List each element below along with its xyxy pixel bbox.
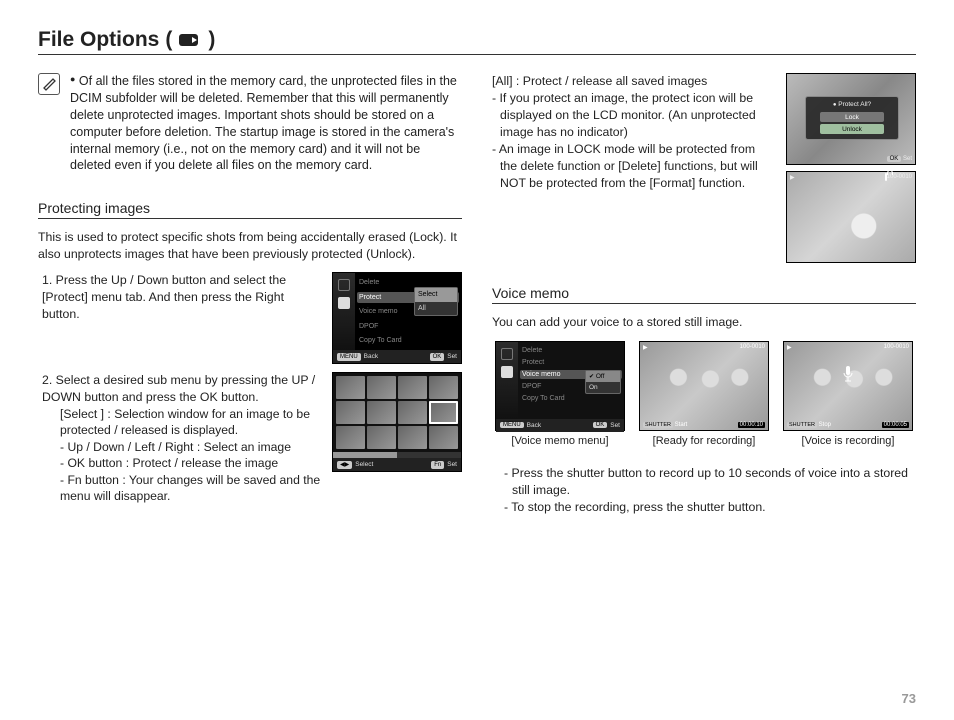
- ok-badge: OK: [430, 353, 445, 361]
- protecting-intro: This is used to protect specific shots f…: [38, 229, 462, 262]
- menu-item: Delete: [520, 346, 622, 355]
- protect-note-1: - If you protect an image, the protect i…: [492, 90, 772, 141]
- menu-item: Copy To Card: [520, 394, 622, 403]
- footer-set: Set: [447, 353, 457, 362]
- menu-item: Protect: [520, 358, 622, 367]
- dialog-title: Protect All?: [838, 101, 871, 108]
- page-title: File Options ( ): [38, 28, 916, 52]
- menu-item: Copy To Card: [357, 335, 459, 346]
- thumbnail: [367, 426, 396, 449]
- thumbnail: [367, 376, 396, 399]
- note-icon: [38, 73, 60, 95]
- footer-select: Select: [355, 461, 373, 470]
- play-icon: ▶: [643, 344, 648, 351]
- voice-intro: You can add your voice to a stored still…: [492, 314, 916, 331]
- shutter-badge: SHUTTER: [643, 422, 673, 428]
- thumbnail: [336, 376, 365, 399]
- play-icon: ▶: [790, 174, 795, 181]
- step-1: 1. Press the Up / Down button and select…: [42, 272, 322, 322]
- recording-screenshot: ▶ 100-0010 SHUTTER Stop 00:00:05: [783, 341, 913, 431]
- thumbnail: [429, 426, 458, 449]
- ok-badge: OK: [887, 156, 902, 162]
- step2-ok: - OK button : Protect / release the imag…: [60, 455, 322, 471]
- timer: 00:00:05: [882, 422, 909, 428]
- bullet-icon: ●: [70, 74, 75, 84]
- caption-recording: [Voice is recording]: [802, 435, 895, 447]
- voice-note-1: - Press the shutter button to record up …: [504, 465, 916, 499]
- fn-badge: Fn: [431, 461, 444, 469]
- all-line: [All] : Protect / release all saved imag…: [492, 73, 772, 90]
- note-text: Of all the files stored in the memory ca…: [70, 74, 457, 172]
- sidebar-tab-icon: [338, 297, 350, 309]
- title-paren-close: ): [208, 28, 215, 52]
- thumbnail: [398, 401, 427, 424]
- title-text: File Options: [38, 28, 159, 52]
- thumbnail: [336, 401, 365, 424]
- lock-icon: [885, 173, 887, 181]
- footer-set: Set: [447, 461, 457, 470]
- play-icon: ▶: [787, 344, 792, 351]
- thumbnail-selected: [429, 401, 458, 424]
- step2-fn: - Fn button : Your changes will be saved…: [60, 472, 322, 505]
- photo-counter: 100-0010: [884, 344, 909, 351]
- footer-set: Set: [903, 156, 912, 162]
- locked-image-screenshot: ▶ 100-0010: [786, 171, 916, 263]
- thumbnail: [336, 426, 365, 449]
- submenu-on: On: [586, 382, 620, 393]
- menu-badge: MENU: [500, 422, 524, 428]
- subheading-voice-memo: Voice memo: [492, 285, 916, 304]
- note-box: ● Of all the files stored in the memory …: [38, 73, 462, 174]
- footer-back: Back: [527, 422, 541, 429]
- camera-menu-screenshot: Delete Protect Voice memo DPOF Copy To C…: [332, 272, 462, 364]
- submenu: ✔ Off On: [585, 370, 621, 394]
- thumbnail: [398, 376, 427, 399]
- footer-stop: Stop: [819, 422, 831, 428]
- subheading-protecting: Protecting images: [38, 200, 462, 219]
- footer-back: Back: [364, 353, 378, 362]
- page-number: 73: [902, 691, 916, 706]
- mic-icon: [841, 365, 855, 385]
- caption-ready: [Ready for recording]: [653, 435, 756, 447]
- thumbnail: [429, 376, 458, 399]
- footer-set: Set: [610, 422, 620, 429]
- sidebar-tab-icon: [338, 279, 350, 291]
- caption-menu: [Voice memo menu]: [511, 435, 608, 447]
- dialog-lock-button: Lock: [820, 112, 884, 122]
- gallery-screenshot: ◀▶Select FnSet: [332, 372, 462, 472]
- camera-play-icon: [178, 32, 202, 48]
- protect-note-2: - An image in LOCK mode will be protecte…: [492, 141, 772, 192]
- photo-counter: 100-0010: [740, 344, 765, 351]
- step-2: 2. Select a desired sub menu by pressing…: [42, 372, 322, 405]
- sidebar-tab-icon: [501, 366, 513, 378]
- menu-badge: MENU: [337, 353, 361, 361]
- protect-all-dialog-screenshot: ● Protect All? Lock Unlock OK Set: [786, 73, 916, 165]
- sidebar-tab-icon: [501, 348, 513, 360]
- title-paren-open: (: [165, 28, 172, 52]
- submenu-item-select: Select: [415, 288, 457, 301]
- thumbnail: [367, 401, 396, 424]
- step2-select: [Select ] : Selection window for an imag…: [60, 406, 322, 439]
- menu-item: DPOF: [357, 321, 459, 332]
- arrows-badge: ◀▶: [337, 461, 352, 469]
- submenu: Select All: [414, 287, 458, 316]
- thumbnail: [398, 426, 427, 449]
- ok-badge: OK: [593, 422, 608, 428]
- voice-memo-menu-screenshot: Delete Protect Voice memo DPOF Copy To C…: [495, 341, 625, 431]
- submenu-off: ✔ Off: [586, 371, 620, 382]
- step2-udlr: - Up / Down / Left / Right : Select an i…: [60, 439, 322, 455]
- submenu-item-all: All: [415, 302, 457, 315]
- ready-recording-screenshot: ▶ 100-0010 SHUTTER Start 00:00:10: [639, 341, 769, 431]
- footer-start: Start: [675, 422, 688, 428]
- shutter-badge: SHUTTER: [787, 422, 817, 428]
- dialog-unlock-button: Unlock: [820, 124, 884, 134]
- voice-note-2: - To stop the recording, press the shutt…: [504, 499, 916, 516]
- title-rule: [38, 54, 916, 55]
- timer: 00:00:10: [738, 422, 765, 428]
